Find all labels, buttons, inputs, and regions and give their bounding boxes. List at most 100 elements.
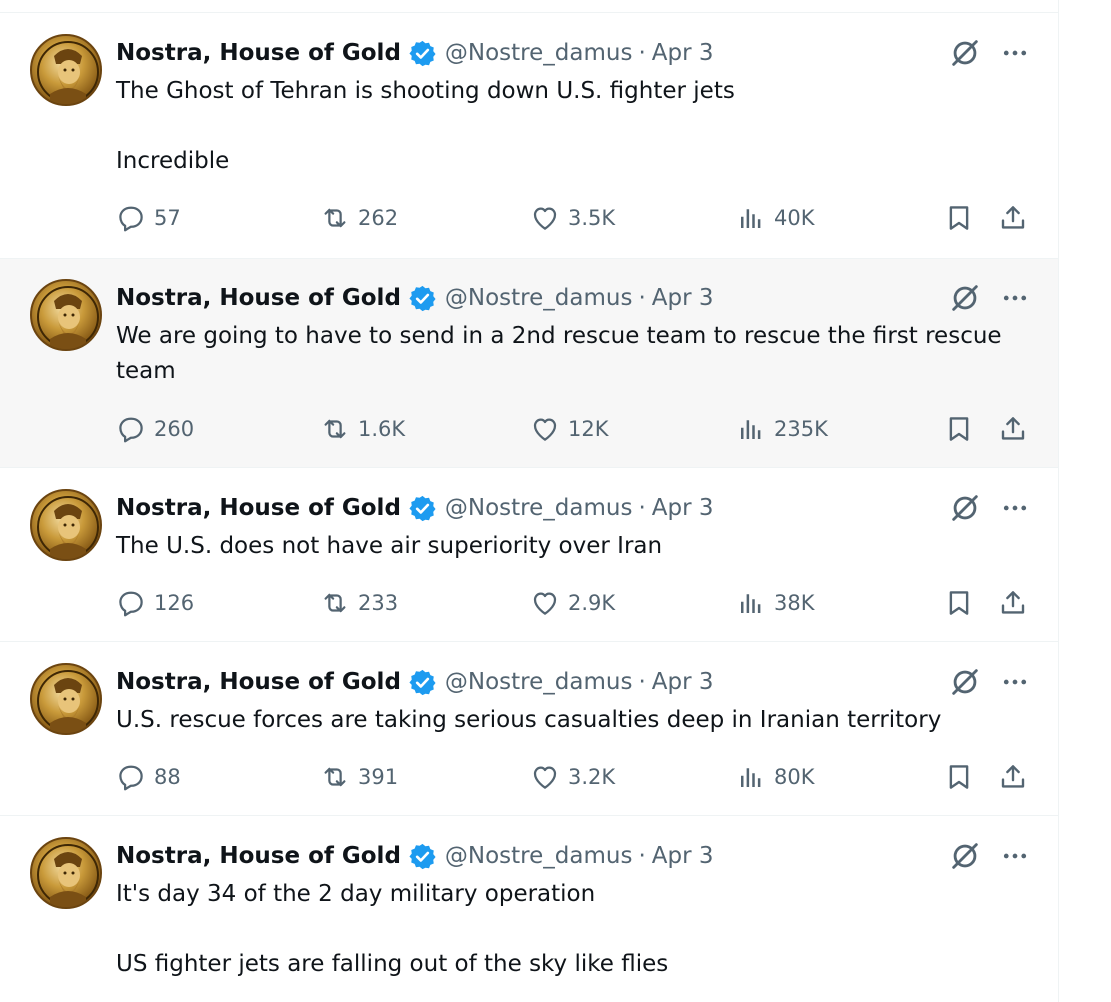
tweet-header: Nostra, House of Gold @Nostre_damus · Ap… [116,841,714,871]
author-handle[interactable]: @Nostre_damus [445,669,633,695]
tweet[interactable]: Nostra, House of Gold @Nostre_damus · Ap… [0,642,1058,816]
tweet-date[interactable]: Apr 3 [652,285,714,311]
repost-button[interactable]: 1.6K [320,412,405,446]
grok-icon[interactable] [948,281,982,315]
tweet[interactable]: Nostra, House of Gold @Nostre_damus · Ap… [0,816,1058,1002]
views-button[interactable]: 235K [736,412,828,446]
bookmark-button[interactable] [944,760,982,794]
reply-icon [119,591,143,617]
avatar[interactable] [30,663,102,735]
grok-icon[interactable] [948,36,982,70]
share-icon [1001,206,1025,229]
bookmark-button[interactable] [944,586,982,620]
like-button[interactable]: 3.5K [530,201,615,235]
share-icon [1001,417,1025,440]
author-handle[interactable]: @Nostre_damus [445,495,633,521]
repost-button[interactable]: 262 [320,201,398,235]
verified-badge-icon [409,843,436,869]
tweet-date[interactable]: Apr 3 [652,40,714,66]
views-button[interactable]: 80K [736,760,815,794]
reply-icon [119,765,143,791]
bookmark-button[interactable] [944,412,982,446]
reply-count: 126 [154,591,195,615]
author-name[interactable]: Nostra, House of Gold [116,285,401,311]
like-count: 3.5K [568,206,616,230]
views-button[interactable]: 38K [736,586,815,620]
avatar[interactable] [30,837,102,909]
tweet-text: It's day 34 of the 2 day military operat… [116,877,1046,982]
more-icon[interactable] [1000,493,1030,523]
share-button[interactable] [998,412,1036,446]
like-button[interactable]: 3.2K [530,760,615,794]
views-icon [741,768,761,787]
bookmark-icon [949,206,969,230]
repost-button[interactable]: 391 [320,760,398,794]
share-button[interactable] [998,201,1036,235]
timeline: Nostra, House of Gold @Nostre_damus · Ap… [0,0,1059,1002]
more-icon[interactable] [1000,38,1030,68]
tweet-header: Nostra, House of Gold @Nostre_damus · Ap… [116,667,714,697]
grok-icon[interactable] [948,839,982,873]
tweet-text: The Ghost of Tehran is shooting down U.S… [116,74,1046,179]
tweet-date[interactable]: Apr 3 [652,843,714,869]
author-name[interactable]: Nostra, House of Gold [116,669,401,695]
author-name[interactable]: Nostra, House of Gold [116,495,401,521]
grok-icon[interactable] [948,491,982,525]
bookmark-icon [949,591,969,615]
tweet-text-line: The Ghost of Tehran is shooting down U.S… [116,78,735,104]
views-icon [741,594,761,613]
reply-count: 57 [154,206,181,230]
share-button[interactable] [998,586,1036,620]
avatar-portrait [37,496,99,559]
action-bar: 126 233 2.9K 38K [116,586,1046,620]
more-icon[interactable] [1000,667,1030,697]
share-button[interactable] [998,760,1036,794]
author-handle[interactable]: @Nostre_damus [445,40,633,66]
repost-button[interactable]: 233 [320,586,398,620]
verified-badge-icon [409,40,436,66]
reply-count: 88 [154,765,181,789]
like-count: 2.9K [568,591,616,615]
views-count: 235K [774,417,828,441]
tweet-date[interactable]: Apr 3 [652,495,714,521]
repost-count: 1.6K [358,417,406,441]
avatar[interactable] [30,34,102,106]
like-icon [533,592,557,615]
repost-icon [324,593,346,613]
separator: · [638,495,646,521]
repost-count: 262 [358,206,399,230]
views-count: 80K [774,765,815,789]
action-bar: 260 1.6K 12K 235K [116,412,1046,446]
author-name[interactable]: Nostra, House of Gold [116,40,401,66]
more-icon[interactable] [1000,841,1030,871]
views-count: 38K [774,591,815,615]
tweet-text-line: We are going to have to send in a 2nd re… [116,323,1002,384]
share-icon [1001,591,1025,614]
grok-icon[interactable] [948,665,982,699]
tweet[interactable]: Nostra, House of Gold @Nostre_damus · Ap… [0,468,1058,642]
more-icon[interactable] [1000,283,1030,313]
author-handle[interactable]: @Nostre_damus [445,285,633,311]
reply-button[interactable]: 126 [116,586,194,620]
author-name[interactable]: Nostra, House of Gold [116,843,401,869]
reply-icon [119,417,143,443]
author-handle[interactable]: @Nostre_damus [445,843,633,869]
avatar-portrait [37,41,99,104]
reply-button[interactable]: 88 [116,760,181,794]
tweet-header: Nostra, House of Gold @Nostre_damus · Ap… [116,38,714,68]
reply-button[interactable]: 260 [116,412,194,446]
avatar[interactable] [30,279,102,351]
avatar[interactable] [30,489,102,561]
tweet-text-line: The U.S. does not have air superiority o… [116,533,663,559]
reply-button[interactable]: 57 [116,201,181,235]
bookmark-button[interactable] [944,201,982,235]
tweet[interactable]: Nostra, House of Gold @Nostre_damus · Ap… [0,13,1058,259]
tweet-date[interactable]: Apr 3 [652,669,714,695]
like-button[interactable]: 12K [530,412,609,446]
tweet[interactable]: Nostra, House of Gold @Nostre_damus · Ap… [0,259,1058,468]
tweet-text-line: US fighter jets are falling out of the s… [116,951,669,977]
views-button[interactable]: 40K [736,201,815,235]
avatar-portrait [37,844,99,907]
tweet-text-line [116,912,1046,947]
like-button[interactable]: 2.9K [530,586,615,620]
